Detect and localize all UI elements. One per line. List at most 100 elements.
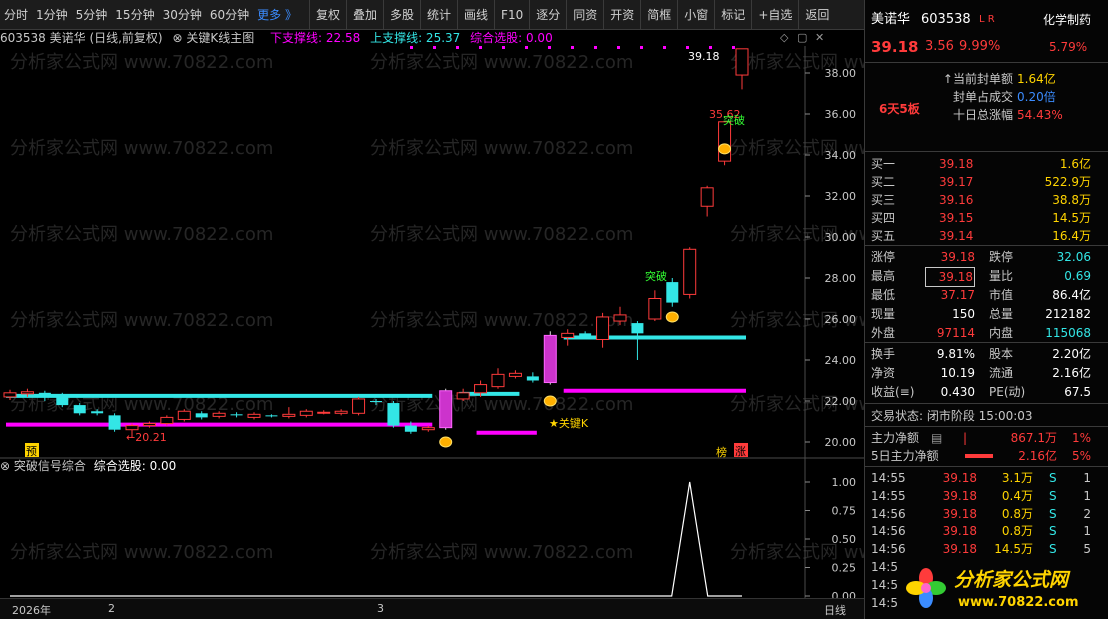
tick-side: S bbox=[1049, 542, 1057, 557]
period-tab-more[interactable]: 更多 》 bbox=[253, 6, 301, 23]
close-icon[interactable]: ✕ bbox=[815, 30, 824, 46]
candle-body bbox=[631, 323, 644, 334]
key-candle bbox=[543, 334, 557, 384]
tick-count: 1 bbox=[1083, 488, 1091, 503]
tick-time: 14:55 bbox=[871, 488, 906, 503]
tick-volume: 0.4万 bbox=[1001, 488, 1033, 503]
main-flow-5d-label: 5日主力净额 bbox=[871, 449, 939, 463]
simple-frame-button[interactable]: 简框 bbox=[640, 0, 677, 30]
small-window-button[interactable]: 小窗 bbox=[677, 0, 714, 30]
candle-body bbox=[718, 121, 732, 162]
tongzi-button[interactable]: 同资 bbox=[566, 0, 603, 30]
stat-label: 涨停 bbox=[871, 250, 896, 264]
signal-coin-icon bbox=[665, 311, 679, 323]
add-watchlist-button[interactable]: +自选 bbox=[751, 0, 798, 30]
period-label: 日线 bbox=[824, 604, 846, 617]
stock-title: 603538 美诺华 (日线,前复权) bbox=[0, 31, 163, 45]
yu-label: 预 bbox=[26, 445, 37, 458]
period-tab-1min[interactable]: 1分钟 bbox=[32, 6, 72, 23]
candle-body bbox=[596, 316, 610, 341]
candle-body bbox=[91, 411, 104, 414]
tick-volume: 0.8万 bbox=[1001, 506, 1033, 521]
statistics-button[interactable]: 统计 bbox=[420, 0, 457, 30]
candle-body bbox=[177, 410, 191, 420]
indicator-name: 关键K线主图 bbox=[186, 31, 255, 45]
flower-icon bbox=[906, 568, 946, 608]
multi-stock-button[interactable]: 多股 bbox=[383, 0, 420, 30]
kaizi-button[interactable]: 开资 bbox=[603, 0, 640, 30]
tick-side: S bbox=[1049, 524, 1057, 539]
sector-name[interactable]: 化学制药 bbox=[1043, 11, 1091, 29]
candle-body bbox=[421, 427, 435, 431]
bid-level-label: 买一 bbox=[871, 157, 896, 171]
tick-count: 2 bbox=[1083, 506, 1091, 521]
main-flow-5d-pct: 5% bbox=[1071, 449, 1091, 463]
tick-count: 1 bbox=[1083, 524, 1091, 539]
fund-label: 收益(≡) bbox=[871, 385, 915, 399]
candle-body bbox=[474, 384, 488, 394]
stat-value: 86.4亿 bbox=[1052, 288, 1091, 302]
f10-button[interactable]: F10 bbox=[494, 0, 529, 30]
signal-dot bbox=[709, 46, 712, 49]
watermark-text: 分析家公式网 www.70822.com bbox=[370, 542, 633, 563]
signal-dot bbox=[732, 46, 735, 49]
indicator-dropdown[interactable]: ⊗ 关键K线主图 bbox=[172, 31, 260, 45]
zhang-label: 涨 bbox=[735, 445, 746, 458]
breakout-label-2: 突破 bbox=[645, 269, 667, 283]
stat-value: 37.17 bbox=[940, 288, 975, 302]
fund-label: PE(动) bbox=[989, 385, 1026, 399]
watermark-text: 分析家公式网 www.70822.com bbox=[10, 224, 273, 245]
signal-dot bbox=[617, 46, 620, 49]
signal-dot bbox=[525, 46, 528, 49]
stat-label: 最低 bbox=[871, 288, 896, 302]
fund-label: 净资 bbox=[871, 366, 896, 380]
back-button[interactable]: 返回 bbox=[798, 0, 835, 30]
candle-body bbox=[334, 410, 348, 414]
signal-dot bbox=[479, 46, 482, 49]
candle-body bbox=[700, 187, 714, 207]
candle-body bbox=[108, 415, 121, 430]
ten-day-gain-value: 54.43% bbox=[1017, 108, 1063, 122]
signal-panel-header: ⊗ 突破信号综合 综合选股: 0.00 bbox=[0, 458, 176, 474]
tick-count: 1 bbox=[1083, 471, 1091, 485]
tick-volume: 14.5万 bbox=[994, 542, 1033, 557]
price-tick-label: 22.00 bbox=[825, 395, 857, 408]
bid-volume: 1.6亿 bbox=[1059, 157, 1091, 171]
bid-price: 39.14 bbox=[939, 229, 974, 243]
price-change-pct: 9.99% bbox=[959, 39, 1001, 54]
candle-body bbox=[265, 415, 278, 417]
fund-value: 10.19 bbox=[940, 366, 975, 380]
signal-dropdown[interactable]: ⊗ 突破信号综合 bbox=[0, 459, 86, 473]
draw-line-button[interactable]: 画线 bbox=[457, 0, 494, 30]
period-tab-60min[interactable]: 60分钟 bbox=[206, 6, 253, 23]
candle-body bbox=[404, 425, 417, 432]
period-tab-15min[interactable]: 15分钟 bbox=[111, 6, 158, 23]
overlay-button[interactable]: 叠加 bbox=[345, 0, 383, 30]
candle-body bbox=[491, 373, 505, 388]
signal-dot bbox=[640, 46, 643, 49]
candle-body bbox=[352, 398, 366, 414]
fund-value: 9.81% bbox=[936, 347, 975, 361]
candle-body bbox=[648, 298, 662, 320]
period-tab-30min[interactable]: 30分钟 bbox=[159, 6, 206, 23]
restore-icon[interactable]: ▢ bbox=[797, 30, 807, 46]
sector-change-pct: 5.79% bbox=[1049, 40, 1088, 54]
composite-value: 综合选股: 0.00 bbox=[470, 31, 553, 45]
main-flow-icon[interactable]: ▤ bbox=[931, 429, 942, 447]
diamond-icon[interactable]: ◇ bbox=[780, 30, 788, 46]
signal-axis-label: 0.00 bbox=[832, 590, 857, 598]
seal-amount-label: ↑当前封单额 bbox=[942, 72, 1013, 86]
candle-body bbox=[73, 405, 86, 414]
by-minute-button[interactable]: 逐分 bbox=[529, 0, 566, 30]
candle-body bbox=[387, 403, 400, 426]
fuquan-button[interactable]: 复权 bbox=[308, 0, 346, 30]
period-tab-5min[interactable]: 5分钟 bbox=[72, 6, 112, 23]
main-flow-value: 867.1万 bbox=[1010, 431, 1057, 445]
x-axis-month-3: 3 bbox=[377, 602, 384, 615]
period-tab-intraday[interactable]: 分时 bbox=[0, 6, 32, 23]
stat-label: 现量 bbox=[871, 307, 896, 321]
stat-label: 外盘 bbox=[871, 326, 896, 340]
mark-button[interactable]: 标记 bbox=[714, 0, 751, 30]
tick-price: 39.18 bbox=[942, 524, 977, 539]
kline-chart[interactable]: 分析家公式网 www.70822.com 分析家公式网 www.70822.com… bbox=[0, 46, 864, 598]
